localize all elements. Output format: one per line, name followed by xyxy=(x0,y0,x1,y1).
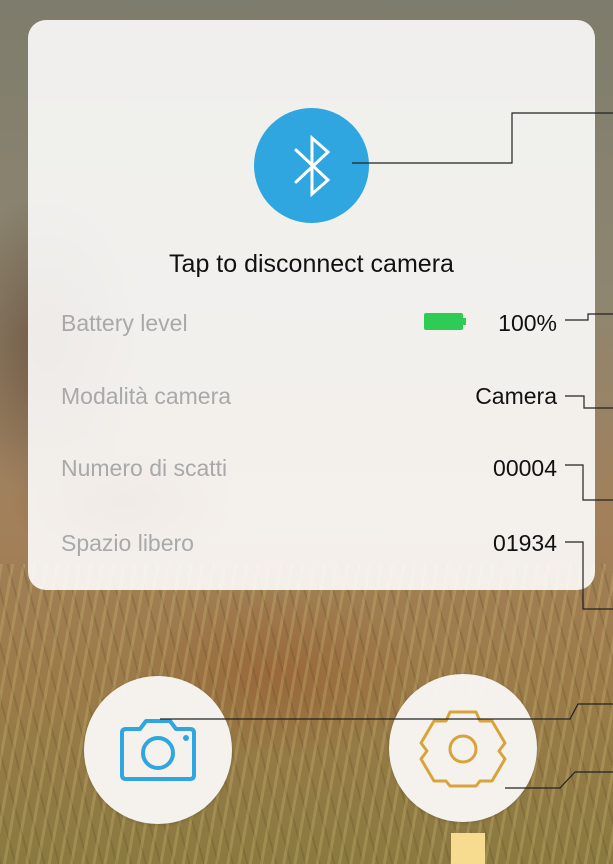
disconnect-label[interactable]: Tap to disconnect camera xyxy=(28,250,595,279)
settings-button[interactable] xyxy=(389,674,537,822)
camera-icon xyxy=(120,719,196,781)
camera-button[interactable] xyxy=(84,676,232,824)
battery-value: 100% xyxy=(498,310,557,336)
bluetooth-button[interactable] xyxy=(254,108,369,223)
status-panel xyxy=(28,20,595,590)
shots-value: 00004 xyxy=(493,455,557,481)
mode-value: Camera xyxy=(475,383,557,409)
battery-icon xyxy=(424,313,466,330)
mode-label: Modalità camera xyxy=(61,383,232,409)
tab-indicator xyxy=(451,833,485,864)
free-space-value: 01934 xyxy=(493,530,557,556)
battery-label: Battery level xyxy=(61,310,188,336)
gear-icon xyxy=(419,710,507,788)
free-space-label: Spazio libero xyxy=(61,530,194,556)
shots-label: Numero di scatti xyxy=(61,455,228,481)
bluetooth-icon xyxy=(294,134,330,197)
